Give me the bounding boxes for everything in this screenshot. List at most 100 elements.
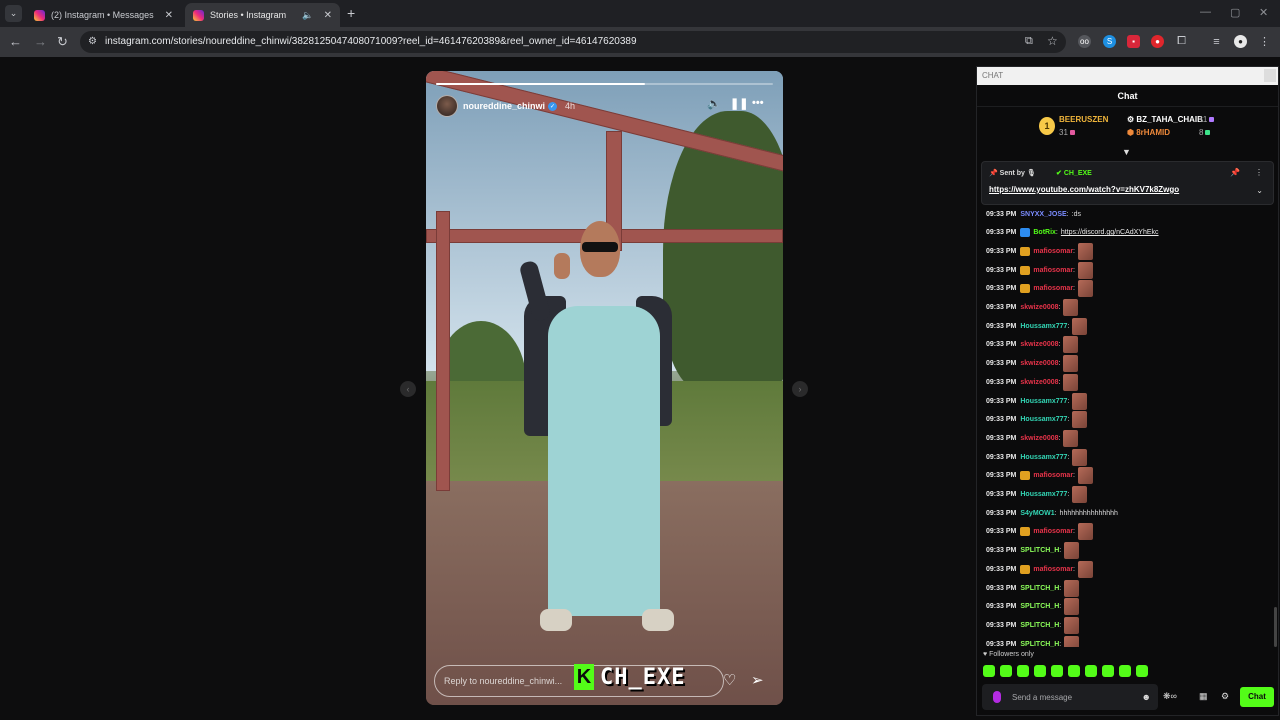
- more-options-icon[interactable]: •••: [752, 97, 764, 109]
- bookmark-star-icon[interactable]: ☆: [1047, 34, 1058, 48]
- pinned-message[interactable]: 📌 Sent by 🎙 ✔ CH_EXE https://www.youtube…: [981, 161, 1274, 205]
- address-bar[interactable]: ⚙ instagram.com/stories/noureddine_chinw…: [80, 31, 1066, 53]
- emote-button[interactable]: [1017, 665, 1029, 677]
- minimize-icon[interactable]: —: [1200, 6, 1211, 18]
- reload-icon[interactable]: ↻: [57, 34, 68, 50]
- chat-message[interactable]: 09:33 PM Houssamx777:: [986, 392, 1088, 410]
- chat-message[interactable]: 09:33 PM SPLITCH_H:: [986, 616, 1080, 634]
- message-username[interactable]: mafiosomar: [1033, 528, 1073, 535]
- message-username[interactable]: mafiosomar: [1033, 267, 1073, 274]
- emote-button[interactable]: [1102, 665, 1114, 677]
- close-tab-icon[interactable]: ✕: [324, 10, 332, 21]
- emoji-icon[interactable]: ☻: [1142, 692, 1151, 702]
- message-username[interactable]: SPLITCH_H: [1020, 603, 1059, 610]
- message-username[interactable]: skwize0008: [1020, 360, 1058, 367]
- browser-menu-icon[interactable]: ⋮: [1258, 35, 1271, 48]
- message-username[interactable]: SPLITCH_H: [1020, 622, 1059, 629]
- emote-button[interactable]: [1068, 665, 1080, 677]
- chat-message[interactable]: 09:33 PM skwize0008:: [986, 429, 1079, 447]
- tab-instagram-messages[interactable]: (2) Instagram • Messages ✕: [26, 3, 181, 27]
- settings-gear-icon[interactable]: ⚙: [1221, 691, 1229, 702]
- tab-search-button[interactable]: ⌄: [5, 5, 22, 22]
- tab-instagram-stories[interactable]: Stories • Instagram 🔈 ✕: [185, 3, 340, 27]
- story-viewer[interactable]: noureddine_chinwi ✓ 4h 🔈 ❚❚ ••• Reply to…: [426, 71, 783, 705]
- chat-message[interactable]: 09:33 PM mafiosomar:: [986, 523, 1093, 541]
- reading-list-icon[interactable]: ≡: [1210, 35, 1223, 48]
- chat-message[interactable]: 09:33 PM mafiosomar:: [986, 280, 1093, 298]
- extension-blue-icon[interactable]: S: [1103, 35, 1116, 48]
- chat-message[interactable]: 09:33 PM mafiosomar:: [986, 242, 1093, 260]
- message-username[interactable]: BotRix: [1033, 229, 1056, 236]
- leaderboard-second-name[interactable]: ⚙ BZ_TAHA_CHAIB: [1127, 115, 1203, 124]
- like-heart-icon[interactable]: ♡: [723, 671, 736, 689]
- message-username[interactable]: skwize0008: [1020, 304, 1058, 311]
- collapse-leaderboard-icon[interactable]: ▼: [1122, 147, 1131, 157]
- chat-message[interactable]: 09:33 PM skwize0008:: [986, 373, 1079, 391]
- emote-button[interactable]: [983, 665, 995, 677]
- chat-message[interactable]: 09:33 PM mafiosomar:: [986, 261, 1093, 279]
- chat-message[interactable]: 09:33 PM SPLITCH_H:: [986, 598, 1080, 616]
- chat-message-input[interactable]: Send a message ☻: [982, 684, 1158, 710]
- rewards-icon[interactable]: ❋∞: [1163, 691, 1177, 702]
- previous-story-button[interactable]: ‹: [400, 381, 416, 397]
- chat-message[interactable]: 09:33 PM mafiosomar:: [986, 467, 1093, 485]
- message-username[interactable]: SPLITCH_H: [1020, 585, 1059, 592]
- message-link[interactable]: https://discord.gg/nCAdXYhEkc: [1061, 229, 1159, 236]
- chat-message[interactable]: 09:33 PM SNYXX_JOSE::ds: [986, 205, 1081, 223]
- chat-message[interactable]: 09:33 PM SPLITCH_H:: [986, 542, 1080, 560]
- microphone-icon[interactable]: [993, 691, 1001, 703]
- speaker-icon[interactable]: 🔈: [302, 10, 313, 21]
- message-username[interactable]: Houssamx777: [1020, 491, 1067, 498]
- new-tab-button[interactable]: +: [347, 5, 355, 21]
- avatar[interactable]: [436, 95, 458, 117]
- chat-message[interactable]: 09:33 PM S4yMOW1: hhhhhhhhhhhhhhh: [986, 504, 1118, 522]
- chat-message[interactable]: 09:33 PM skwize0008:: [986, 355, 1079, 373]
- emote-button[interactable]: [1136, 665, 1148, 677]
- message-username[interactable]: Houssamx777: [1020, 323, 1067, 330]
- chat-scrollbar[interactable]: [1274, 607, 1277, 647]
- maximize-icon[interactable]: ▢: [1230, 6, 1240, 19]
- chat-message[interactable]: 09:33 PM Houssamx777:: [986, 448, 1088, 466]
- chat-message[interactable]: 09:33 PM Houssamx777:: [986, 486, 1088, 504]
- emote-button[interactable]: [1034, 665, 1046, 677]
- leaderboard-first-name[interactable]: BEERUSZEN: [1059, 115, 1108, 124]
- message-username[interactable]: skwize0008: [1020, 341, 1058, 348]
- chat-message[interactable]: 09:33 PM Houssamx777:: [986, 317, 1088, 335]
- back-icon[interactable]: ←: [9, 34, 22, 50]
- chat-message[interactable]: 09:33 PM skwize0008:: [986, 299, 1079, 317]
- message-username[interactable]: skwize0008: [1020, 379, 1058, 386]
- extension-red-icon[interactable]: ▪: [1127, 35, 1140, 48]
- extension-adblock-icon[interactable]: ●: [1151, 35, 1164, 48]
- next-story-button[interactable]: ›: [792, 381, 808, 397]
- chat-message[interactable]: 09:33 PM skwize0008:: [986, 336, 1079, 354]
- message-username[interactable]: mafiosomar: [1033, 248, 1073, 255]
- chat-window-close[interactable]: [1264, 69, 1276, 82]
- leaderboard-third-name[interactable]: ⬢ 8rHAMID: [1127, 128, 1170, 137]
- emote-button[interactable]: [1051, 665, 1063, 677]
- message-username[interactable]: Houssamx777: [1020, 454, 1067, 461]
- extensions-puzzle-icon[interactable]: ⧠: [1175, 35, 1188, 48]
- pause-icon[interactable]: ❚❚: [730, 97, 748, 110]
- chat-send-button[interactable]: Chat: [1240, 687, 1274, 707]
- chat-message-list[interactable]: 09:33 PM SNYXX_JOSE::ds 09:33 PM BotRix: htt…: [977, 203, 1278, 647]
- emote-button[interactable]: [1119, 665, 1131, 677]
- chat-message[interactable]: 09:33 PM mafiosomar:: [986, 560, 1093, 578]
- message-username[interactable]: SNYXX_JOSE: [1020, 211, 1066, 218]
- extension-glasses-icon[interactable]: oo: [1078, 35, 1091, 48]
- profile-avatar[interactable]: ●: [1234, 35, 1247, 48]
- message-username[interactable]: mafiosomar: [1033, 472, 1073, 479]
- message-username[interactable]: SPLITCH_H: [1020, 547, 1059, 554]
- message-username[interactable]: Houssamx777: [1020, 416, 1067, 423]
- volume-icon[interactable]: 🔈: [707, 97, 721, 110]
- pinned-sender[interactable]: ✔ CH_EXE: [1056, 169, 1092, 177]
- chat-message[interactable]: 09:33 PM SPLITCH_H:: [986, 635, 1080, 647]
- emote-button[interactable]: [1000, 665, 1012, 677]
- message-username[interactable]: mafiosomar: [1033, 285, 1073, 292]
- chat-message[interactable]: 09:33 PM SPLITCH_H:: [986, 579, 1080, 597]
- pinned-link[interactable]: https://www.youtube.com/watch?v=zhKV7k8Z…: [989, 185, 1179, 194]
- store-icon[interactable]: ▦: [1199, 691, 1208, 702]
- pinned-more-icon[interactable]: ⋮: [1255, 168, 1263, 177]
- message-username[interactable]: skwize0008: [1020, 435, 1058, 442]
- story-username[interactable]: noureddine_chinwi: [463, 101, 545, 111]
- chat-message[interactable]: 09:33 PM Houssamx777:: [986, 411, 1088, 429]
